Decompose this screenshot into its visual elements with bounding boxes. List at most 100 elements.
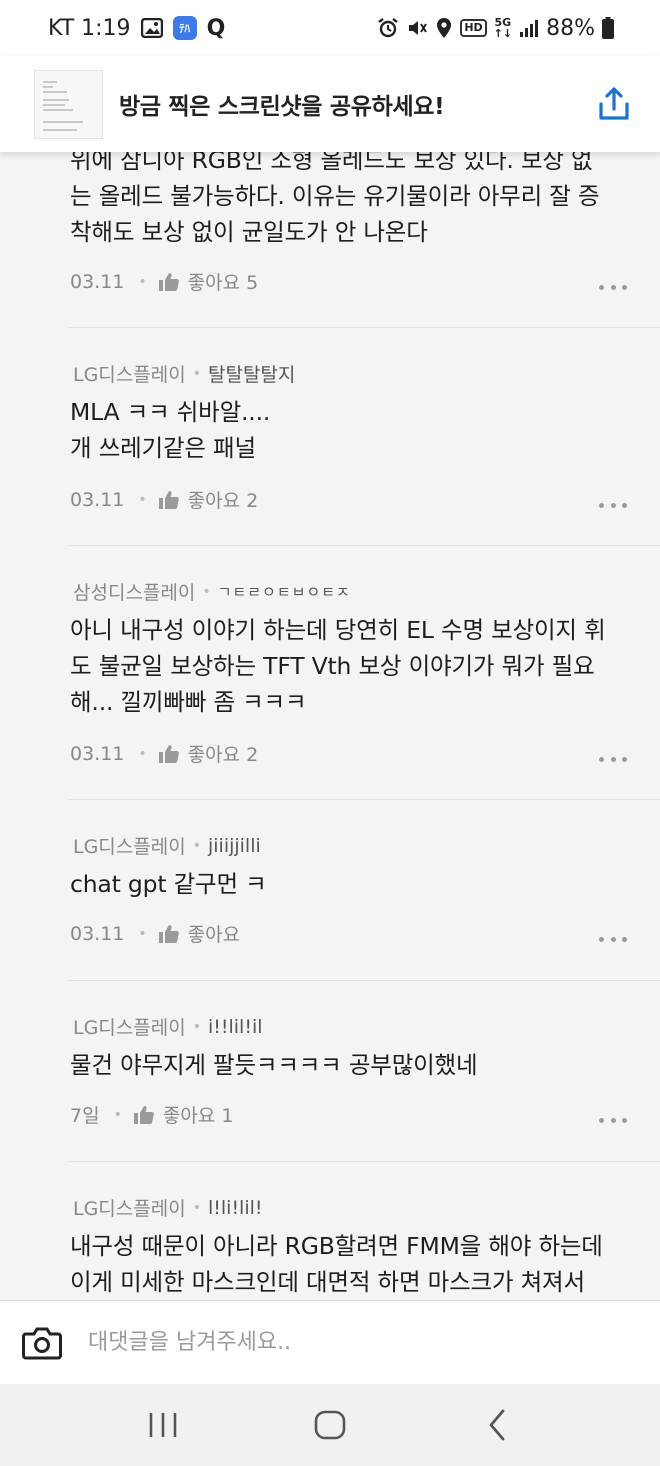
separator-dot: • <box>113 1106 122 1123</box>
share-button[interactable] <box>594 84 634 124</box>
company-name: LG디스플레이 <box>73 364 186 386</box>
separator-dot: • <box>192 837 201 854</box>
like-count: 좋아요 2 <box>187 490 259 512</box>
comment-meta: 삼성디스플레이 • ㄱㅌㄹㅇㅌㅂㅇㅌㅈ <box>73 578 351 605</box>
app-icon: ﾃﾊ <box>172 16 197 40</box>
comment-body: 아니 내구성 이야기 하는데 당연히 EL 수명 보상이지 휘 도 불균일 보상… <box>70 612 630 720</box>
signal-icon <box>519 18 539 38</box>
like-count: 좋아요 2 <box>187 744 259 766</box>
network-5g-icon: 5G ↑↓ <box>494 17 512 39</box>
company-name: LG디스플레이 <box>73 1198 186 1220</box>
comment-meta: LG디스플레이 • jiiijjilli <box>73 832 261 859</box>
comment-meta: LG디스플레이 • l!li!lil! <box>73 1194 263 1221</box>
comment-body: 위에 삼니아 RGB인 소형 올레드도 보상 있다. 보상 없 는 올레드 불가… <box>70 142 630 250</box>
comment-line: 아니 내구성 이야기 하는데 당연히 EL 수명 보상이지 휘 <box>70 616 606 644</box>
comment-item: LG디스플레이 • i!!lil!il 물건 야무지게 팔듯ㅋㅋㅋㅋ 공부많이했… <box>69 981 660 1162</box>
company-name: 삼성디스플레이 <box>73 582 196 604</box>
q-icon: Q <box>206 15 226 41</box>
comment-line: 도 불균일 보상하는 TFT Vth 보상 이야기가 뭐가 필요 <box>70 652 595 680</box>
like-button[interactable]: 좋아요 <box>158 920 240 947</box>
home-button[interactable] <box>300 1395 360 1455</box>
comment-date: 03.11 <box>70 270 125 293</box>
comment-line: 이게 미세한 마스크인데 대면적 하면 마스크가 쳐져서 <box>70 1268 585 1296</box>
like-button[interactable]: 좋아요 2 <box>158 740 259 767</box>
more-options-button[interactable] <box>599 754 627 764</box>
comment-line: MLA ㅋㅋ 쉬바알.... <box>70 398 271 426</box>
screenshot-share-banner[interactable]: 방금 찍은 스크린샷을 공유하세요! <box>0 56 660 152</box>
separator-dot: • <box>192 365 201 382</box>
more-options-button[interactable] <box>599 934 627 944</box>
comment-footer: 03.11 • 좋아요 <box>70 920 240 947</box>
comment-line: 물건 야무지게 팔듯ㅋㅋㅋㅋ 공부많이했네 <box>70 1051 478 1079</box>
battery-percent: 88% <box>546 15 595 41</box>
like-button[interactable]: 좋아요 5 <box>158 268 258 295</box>
comment-date: 03.11 <box>70 488 125 511</box>
network-arrows: ↑↓ <box>493 27 513 40</box>
comment-item: LG디스플레이 • 탈탈탈탈지 MLA ㅋㅋ 쉬바알.... 개 쓰레기같은 패… <box>69 328 660 546</box>
comment-body: chat gpt 같구먼 ㅋ <box>70 866 630 902</box>
recent-apps-icon <box>150 1413 177 1437</box>
thumbs-up-icon <box>158 744 179 763</box>
nickname[interactable]: i!!lil!il <box>208 1016 263 1038</box>
more-options-button[interactable] <box>599 1115 627 1125</box>
company-name: LG디스플레이 <box>73 836 186 858</box>
separator-dot: • <box>138 745 147 762</box>
share-banner-title: 방금 찍은 스크린샷을 공유하세요! <box>119 94 445 120</box>
system-nav-bar <box>0 1384 660 1466</box>
comment-footer: 03.11 • 좋아요 5 <box>70 268 258 295</box>
comment-line: 개 쓰레기같은 패널 <box>70 434 256 462</box>
comment-footer: 7일 • 좋아요 1 <box>70 1101 233 1128</box>
nickname[interactable]: ㄱㅌㄹㅇㅌㅂㅇㅌㅈ <box>218 581 351 602</box>
thumbs-up-icon <box>158 490 179 509</box>
carrier-time: KT 1:19 <box>48 15 131 41</box>
separator-dot: • <box>138 491 147 508</box>
comment-date: 03.11 <box>70 922 125 945</box>
thumbs-up-icon <box>158 272 179 291</box>
comment-footer: 03.11 • 좋아요 2 <box>70 486 258 513</box>
separator-dot: • <box>192 1199 201 1216</box>
like-button[interactable]: 좋아요 2 <box>158 486 259 513</box>
nickname[interactable]: 탈탈탈탈지 <box>208 360 295 387</box>
separator-dot: • <box>138 273 147 290</box>
back-icon <box>489 1409 505 1441</box>
comment-line: chat gpt 같구먼 ㅋ <box>70 870 267 898</box>
comment-item: LG디스플레이 • l!li!lil! 내구성 때문이 아니라 RGB할려면 F… <box>69 1162 660 1300</box>
status-bar: KT 1:19 ﾃﾊ Q HD 5G ↑↓ 88% <box>0 0 660 56</box>
separator-dot: • <box>202 583 211 600</box>
like-count: 좋아요 1 <box>162 1105 234 1127</box>
screenshot-thumbnail[interactable] <box>34 69 103 139</box>
separator-dot: • <box>138 925 147 942</box>
comment-date: 7일 <box>70 1105 100 1127</box>
comment-item: LG디스플레이 • jiiijjilli chat gpt 같구먼 ㅋ 03.1… <box>69 800 660 981</box>
more-options-button[interactable] <box>599 282 627 292</box>
share-icon <box>599 87 629 120</box>
comment-meta: LG디스플레이 • i!!lil!il <box>73 1013 263 1040</box>
nickname[interactable]: jiiijjilli <box>208 835 261 857</box>
recent-apps-button[interactable] <box>133 1395 193 1455</box>
reply-input-bar <box>0 1300 660 1384</box>
thumbs-up-icon <box>158 924 179 943</box>
hd-icon: HD <box>460 19 487 37</box>
more-options-button[interactable] <box>599 500 627 510</box>
alarm-icon <box>377 17 399 39</box>
nickname[interactable]: l!li!lil! <box>208 1197 263 1219</box>
reply-input[interactable] <box>88 1330 608 1355</box>
comment-body: 물건 야무지게 팔듯ㅋㅋㅋㅋ 공부많이했네 <box>70 1047 630 1083</box>
comment-body: MLA ㅋㅋ 쉬바알.... 개 쓰레기같은 패널 <box>70 394 630 466</box>
comment-footer: 03.11 • 좋아요 2 <box>70 740 258 767</box>
like-button[interactable]: 좋아요 1 <box>133 1101 234 1128</box>
company-name: LG디스플레이 <box>73 1017 186 1039</box>
comment-date: 03.11 <box>70 742 125 765</box>
separator-dot: • <box>192 1018 201 1035</box>
mute-icon <box>406 17 428 39</box>
thumbs-up-icon <box>133 1105 154 1124</box>
comment-line: 는 올레드 불가능하다. 이유는 유기물이라 아무리 잘 증 <box>70 182 600 210</box>
comment-list: 위에 삼니아 RGB인 소형 올레드도 보상 있다. 보상 없 는 올레드 불가… <box>0 0 660 1300</box>
back-button[interactable] <box>467 1395 527 1455</box>
camera-button[interactable] <box>22 1326 62 1360</box>
comment-body: 내구성 때문이 아니라 RGB할려면 FMM을 해야 하는데 이게 미세한 마스… <box>70 1228 630 1300</box>
comment-line: 해... 낄끼빠빠 좀 ㅋㅋㅋ <box>70 688 307 716</box>
home-icon <box>314 1410 346 1440</box>
comment-meta: LG디스플레이 • 탈탈탈탈지 <box>73 360 295 387</box>
comment-line: 내구성 때문이 아니라 RGB할려면 FMM을 해야 하는데 <box>70 1232 603 1260</box>
